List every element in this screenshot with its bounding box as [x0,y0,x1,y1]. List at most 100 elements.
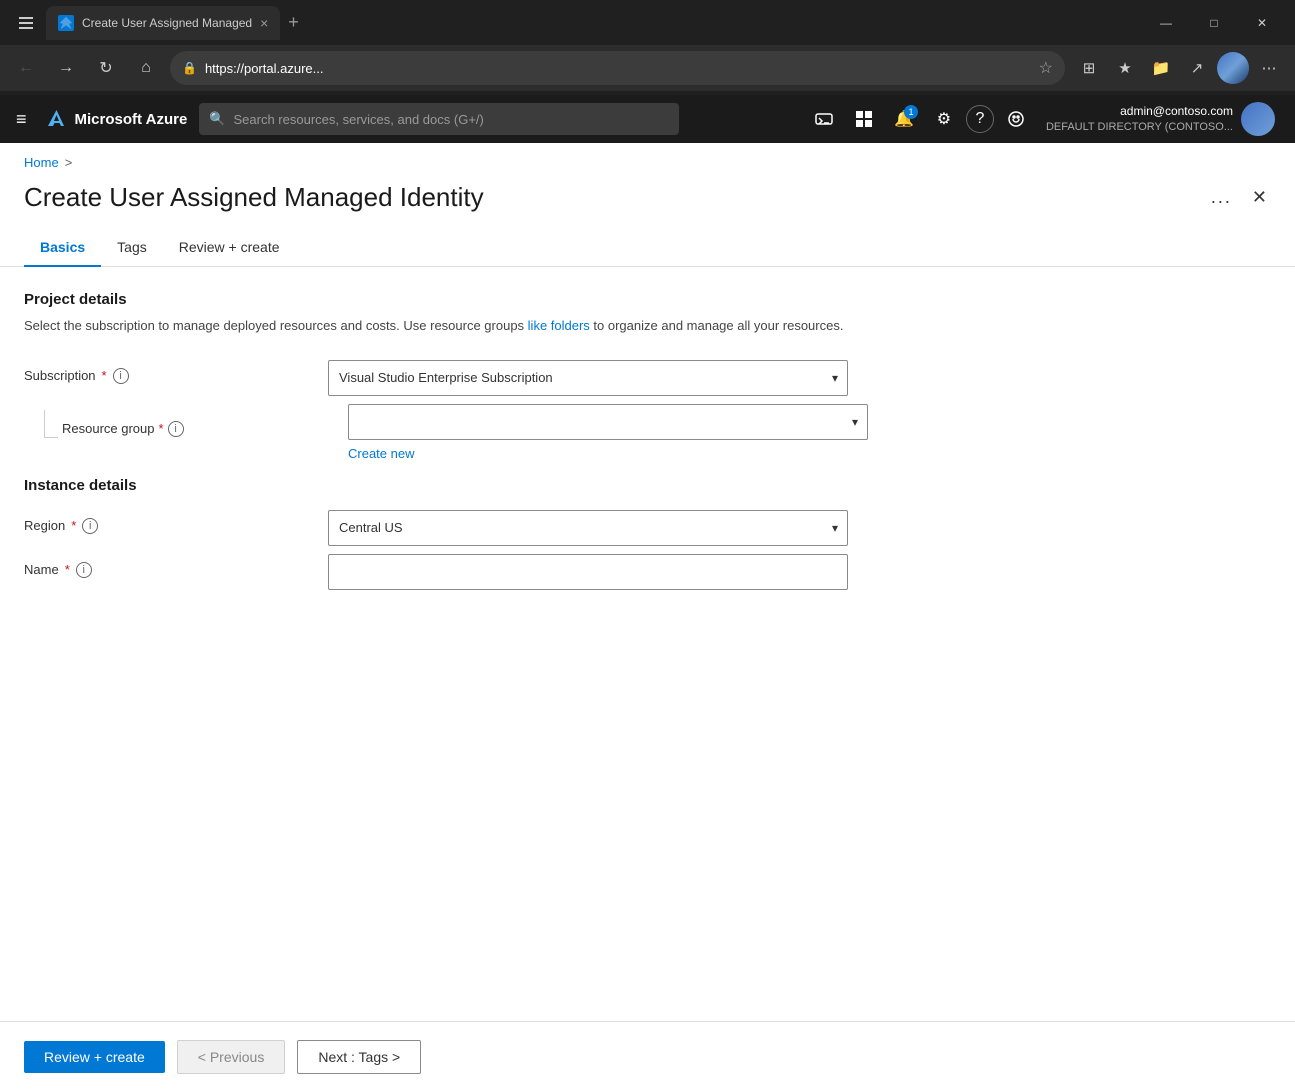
page-header-actions: ... ✕ [1203,183,1271,212]
subscription-row: Subscription * i Visual Studio Enterpris… [24,360,1271,396]
subscription-control-col: Visual Studio Enterprise Subscription ▾ [328,360,848,396]
region-row: Region * i Central US East US West US No… [24,510,1271,546]
resource-group-label: Resource group [62,421,155,436]
user-avatar [1241,102,1275,136]
region-select-wrapper: Central US East US West US North Europe … [328,510,848,546]
name-info-icon[interactable]: i [76,562,92,578]
region-label-col: Region * i [24,510,304,534]
breadcrumb-home-link[interactable]: Home [24,155,59,170]
cloud-shell-btn[interactable] [806,101,842,137]
sidebar-toggle-btn[interactable] [10,7,42,39]
page-close-btn[interactable]: ✕ [1248,183,1271,212]
address-text: https://portal.azure... [205,61,1031,76]
notification-badge: 1 [904,105,918,119]
name-control-col [328,554,848,590]
create-new-resource-group-link[interactable]: Create new [348,446,414,461]
resource-group-required: * [159,421,164,436]
subscription-info-icon[interactable]: i [113,368,129,384]
more-actions-btn[interactable]: ... [1203,183,1240,212]
next-tags-btn[interactable]: Next : Tags > [297,1040,421,1074]
tab-navigation: Basics Tags Review + create [0,229,1295,267]
settings-btn[interactable]: ⚙ [926,101,962,137]
search-icon: 🔍 [209,111,225,127]
help-btn[interactable]: ? [966,105,994,133]
search-placeholder: Search resources, services, and docs (G+… [234,112,484,127]
main-content: Home > Create User Assigned Managed Iden… [0,143,1295,1091]
maximize-btn[interactable]: □ [1191,7,1237,39]
user-info-btn[interactable]: admin@contoso.com DEFAULT DIRECTORY (CON… [1038,98,1283,140]
azure-header: ≡ Microsoft Azure 🔍 Search resources, se… [0,95,1295,143]
azure-search-bar[interactable]: 🔍 Search resources, services, and docs (… [199,103,679,135]
region-label: Region [24,518,65,533]
project-details-title: Project details [24,291,1271,308]
user-name: admin@contoso.com DEFAULT DIRECTORY (CON… [1046,104,1233,134]
subscription-required: * [102,368,107,383]
refresh-btn[interactable]: ↻ [90,52,122,84]
tab-area: Create User Assigned Managed × + [10,6,1137,40]
hamburger-menu-btn[interactable]: ≡ [12,105,31,134]
page-footer: Review + create < Previous Next : Tags > [0,1021,1295,1091]
tab-basics[interactable]: Basics [24,229,101,267]
region-select[interactable]: Central US East US West US North Europe … [328,510,848,546]
share-btn[interactable]: ↗ [1181,52,1213,84]
resource-group-info-icon[interactable]: i [168,421,184,437]
portal-menu-btn[interactable] [846,101,882,137]
resource-group-row: Resource group * i ▾ Create new [24,404,1271,461]
minimize-btn[interactable]: — [1143,7,1189,39]
azure-logo-text: Microsoft Azure [75,111,188,128]
project-details-section: Project details Select the subscription … [24,291,1271,461]
azure-logo: Microsoft Azure [43,107,188,131]
star-icon[interactable]: ☆ [1039,58,1053,78]
header-actions: 🔔 1 ⚙ ? admin@contoso.com DEFAULT DIRECT… [806,98,1283,140]
tab-favicon [58,15,74,31]
browser-profile-avatar[interactable] [1217,52,1249,84]
tab-review-create[interactable]: Review + create [163,229,296,267]
lock-icon: 🔒 [182,61,197,75]
page-title: Create User Assigned Managed Identity [24,182,1191,213]
tab-tags[interactable]: Tags [101,229,163,267]
home-btn[interactable]: ⌂ [130,52,162,84]
region-required: * [71,518,76,533]
page-header: Create User Assigned Managed Identity ..… [0,178,1295,229]
address-bar[interactable]: 🔒 https://portal.azure... ☆ [170,51,1065,85]
resource-group-select[interactable] [348,404,868,440]
region-info-icon[interactable]: i [82,518,98,534]
project-details-desc: Select the subscription to manage deploy… [24,316,1271,336]
tab-close-btn[interactable]: × [260,16,268,30]
browser-menu-btn[interactable]: ⋯ [1253,52,1285,84]
forward-btn[interactable]: → [50,52,82,84]
name-label-col: Name * i [24,554,304,578]
user-directory: DEFAULT DIRECTORY (CONTOSO... [1046,120,1233,134]
close-window-btn[interactable]: ✕ [1239,7,1285,39]
new-tab-btn[interactable]: + [284,8,303,37]
subscription-select-wrapper: Visual Studio Enterprise Subscription ▾ [328,360,848,396]
collections-btn[interactable]: 📁 [1145,52,1177,84]
title-bar: Create User Assigned Managed × + — □ ✕ [0,0,1295,45]
subscription-select[interactable]: Visual Studio Enterprise Subscription [328,360,848,396]
resource-group-label-col: Resource group * i [44,404,324,438]
browser-actions: ⊞ ★ 📁 ↗ ⋯ [1073,52,1285,84]
resource-group-select-wrapper: ▾ [348,404,868,440]
name-required: * [65,562,70,577]
browser-tab-active[interactable]: Create User Assigned Managed × [46,6,280,40]
review-create-btn[interactable]: Review + create [24,1041,165,1073]
resource-group-control-col: ▾ Create new [348,404,868,461]
address-bar-row: ← → ↻ ⌂ 🔒 https://portal.azure... ☆ ⊞ ★ … [0,45,1295,91]
feedback-btn[interactable] [998,101,1034,137]
name-input[interactable] [328,554,848,590]
like-folders-link[interactable]: like folders [528,318,590,333]
previous-btn[interactable]: < Previous [177,1040,286,1074]
favorites-btn[interactable]: ★ [1109,52,1141,84]
extensions-btn[interactable]: ⊞ [1073,52,1105,84]
back-btn[interactable]: ← [10,52,42,84]
tab-title: Create User Assigned Managed [82,16,252,30]
breadcrumb: Home > [0,143,1295,178]
instance-details-title: Instance details [24,477,1271,494]
region-control-col: Central US East US West US North Europe … [328,510,848,546]
breadcrumb-separator: > [65,155,73,170]
subscription-label: Subscription [24,368,96,383]
notifications-btn[interactable]: 🔔 1 [886,101,922,137]
subscription-label-col: Subscription * i [24,360,304,384]
name-row: Name * i [24,554,1271,590]
form-content: Project details Select the subscription … [0,267,1295,1091]
